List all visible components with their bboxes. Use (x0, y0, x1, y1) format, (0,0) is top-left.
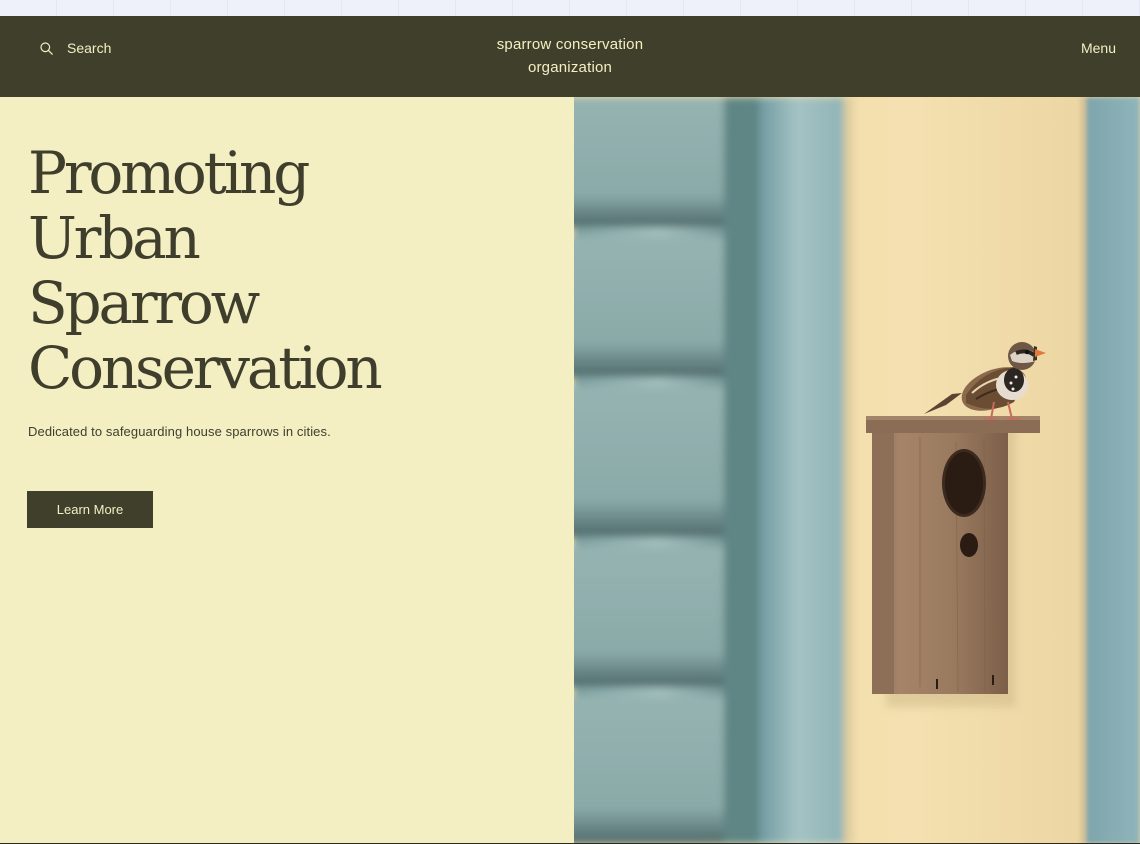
site-header: Search sparrow conservation organization… (0, 16, 1140, 97)
hero-image-sparrow-birdhouse (574, 97, 1140, 844)
learn-more-button[interactable]: Learn More (27, 491, 153, 528)
headline-line-3: Sparrow (28, 269, 260, 337)
browser-top-strip (0, 0, 1140, 16)
brand-line-2: organization (527, 59, 613, 76)
hero-tagline: Dedicated to safeguarding house sparrows… (28, 424, 331, 439)
site-logo-text[interactable]: sparrow conservation organization (0, 33, 1140, 79)
headline-line-1: Promoting (28, 139, 310, 207)
headline-line-4: Conservation (28, 334, 383, 402)
headline-line-2: Urban (28, 204, 201, 272)
menu-button[interactable]: Menu (1081, 40, 1116, 56)
sparrow-birdhouse-illustration (574, 97, 1140, 844)
brand-line-1: sparrow conservation (496, 36, 644, 53)
hero-headline: Promoting Urban Sparrow Conservation (28, 139, 383, 402)
hero-text-panel: Promoting Urban Sparrow Conservation Ded… (0, 97, 574, 844)
